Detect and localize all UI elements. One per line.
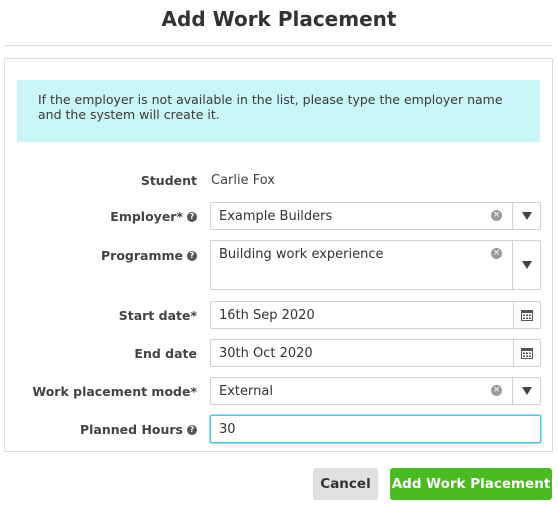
planned-hours-label: Planned Hours ? xyxy=(80,422,197,437)
add-work-placement-button[interactable]: Add Work Placement xyxy=(390,468,552,500)
form-panel: If the employer is not available in the … xyxy=(4,58,553,452)
question-circle-icon[interactable]: ? xyxy=(187,250,197,261)
student-label: Student xyxy=(140,173,197,188)
employer-value: Example Builders xyxy=(219,209,333,224)
programme-value: Building work experience xyxy=(219,247,384,262)
caret-down-icon[interactable] xyxy=(522,261,532,269)
end-date-input[interactable]: 30th Oct 2020 xyxy=(210,339,541,367)
start-date-label: Start date* xyxy=(118,308,197,323)
start-date-row: Start date* 16th Sep 2020 xyxy=(5,301,552,329)
mode-label: Work placement mode* xyxy=(32,384,197,399)
question-circle-icon[interactable]: ? xyxy=(187,211,197,222)
mode-value: External xyxy=(219,384,273,399)
modal-title: Add Work Placement xyxy=(161,7,397,31)
planned-hours-input[interactable]: 30 xyxy=(210,415,541,443)
clear-icon[interactable]: × xyxy=(491,248,502,259)
start-date-input[interactable]: 16th Sep 2020 xyxy=(210,301,541,329)
mode-row: Work placement mode* External × xyxy=(5,377,552,405)
title-divider xyxy=(5,45,553,46)
end-date-label: End date xyxy=(134,346,197,361)
employer-row: Employer* ? Example Builders × xyxy=(5,202,552,230)
programme-select[interactable]: Building work experience × xyxy=(210,240,541,290)
calendar-icon[interactable] xyxy=(513,302,540,328)
clear-icon[interactable]: × xyxy=(491,385,502,396)
programme-label: Programme ? xyxy=(101,248,197,263)
cancel-button[interactable]: Cancel xyxy=(313,468,378,500)
info-message: If the employer is not available in the … xyxy=(17,80,540,142)
end-date-row: End date 30th Oct 2020 xyxy=(5,339,552,367)
question-circle-icon[interactable]: ? xyxy=(187,424,197,435)
mode-select[interactable]: External × xyxy=(210,377,541,405)
caret-down-icon[interactable] xyxy=(522,387,532,395)
student-value: Carlie Fox xyxy=(211,173,276,188)
clear-icon[interactable]: × xyxy=(491,210,502,221)
calendar-icon[interactable] xyxy=(513,340,540,366)
employer-select[interactable]: Example Builders × xyxy=(210,202,541,230)
programme-row: Programme ? Building work experience × xyxy=(5,240,552,290)
planned-hours-row: Planned Hours ? 30 xyxy=(5,415,552,443)
student-row: Student Carlie Fox xyxy=(5,171,552,191)
caret-down-icon[interactable] xyxy=(522,212,532,220)
employer-label: Employer* ? xyxy=(110,209,197,224)
